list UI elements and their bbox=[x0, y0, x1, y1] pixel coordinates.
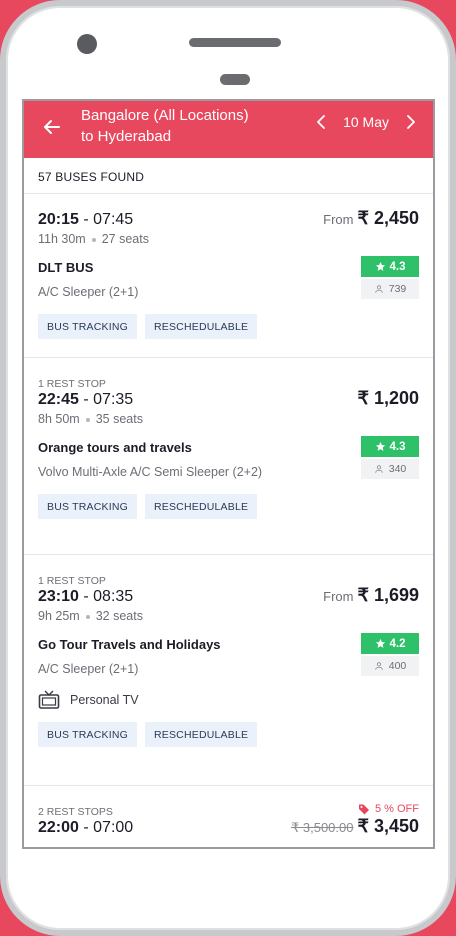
next-date-icon[interactable] bbox=[401, 112, 421, 132]
rating-count: 400 bbox=[361, 656, 419, 676]
trip-meta: 11h 30m 27 seats bbox=[38, 232, 419, 246]
rating-box: 4.3 340 bbox=[361, 436, 419, 479]
trip-duration: 11h 30m bbox=[38, 232, 86, 246]
trip-duration: 8h 50m bbox=[38, 412, 80, 426]
rating-badge: 4.3 bbox=[361, 436, 419, 457]
rest-stops: 1 REST STOP bbox=[38, 575, 106, 587]
operator-name: Go Tour Travels and Holidays bbox=[38, 637, 221, 652]
rating-count-value: 400 bbox=[388, 660, 407, 672]
price-from-label: From bbox=[323, 212, 354, 227]
price-value: ₹ 3,450 bbox=[357, 816, 420, 836]
original-price: ₹ 3,500.00 bbox=[291, 820, 354, 835]
price-value: ₹ 1,200 bbox=[357, 388, 420, 408]
front-camera bbox=[77, 34, 97, 54]
tag-bus-tracking: BUS TRACKING bbox=[38, 314, 137, 339]
bus-price: From ₹ 2,450 bbox=[323, 208, 419, 229]
star-icon bbox=[375, 441, 385, 451]
bus-type: A/C Sleeper (2+1) bbox=[38, 662, 139, 676]
departure-time: 22:00 bbox=[38, 819, 79, 836]
back-arrow-icon[interactable] bbox=[40, 115, 64, 139]
rating-value: 4.3 bbox=[389, 260, 406, 273]
star-icon bbox=[375, 638, 385, 648]
rating-count: 340 bbox=[361, 459, 419, 479]
tag-reschedulable: RESCHEDULABLE bbox=[144, 314, 258, 339]
bus-card[interactable]: 2 REST STOPS 5 % OFF 22:00 - 07:00 ₹ 3,5… bbox=[24, 786, 433, 847]
offer-label: 5 % OFF bbox=[374, 803, 419, 815]
operator-name: Orange tours and travels bbox=[38, 440, 192, 455]
rating-box: 4.3 739 bbox=[361, 256, 419, 299]
bus-card[interactable]: 1 REST STOP 22:45 - 07:35 ₹ 1,200 8h 50m… bbox=[24, 358, 433, 555]
app-screen: Bangalore (All Locations) to Hyderabad 1… bbox=[22, 99, 435, 849]
route-destination: to Hyderabad bbox=[81, 128, 172, 145]
bus-card[interactable]: 1 REST STOP 23:10 - 08:35 From ₹ 1,699 9h… bbox=[24, 555, 433, 786]
bus-times: 22:45 - 07:35 bbox=[38, 391, 134, 408]
offer-badge: 5 % OFF bbox=[358, 803, 419, 815]
user-icon bbox=[374, 465, 383, 473]
arrival-time: 07:35 bbox=[93, 391, 134, 408]
tag-reschedulable: RESCHEDULABLE bbox=[144, 722, 258, 747]
route-title: Bangalore (All Locations) to Hyderabad bbox=[81, 105, 301, 147]
discount-tag-icon bbox=[358, 804, 369, 815]
arrival-time: 07:45 bbox=[93, 211, 134, 228]
feature-tags: BUS TRACKING RESCHEDULABLE bbox=[38, 314, 419, 339]
arrival-time: 08:35 bbox=[93, 588, 134, 605]
trip-duration: 9h 25m bbox=[38, 609, 80, 623]
trip-meta: 9h 25m 32 seats bbox=[38, 609, 419, 623]
feature-tags: BUS TRACKING RESCHEDULABLE bbox=[38, 722, 419, 747]
tag-bus-tracking: BUS TRACKING bbox=[38, 494, 137, 519]
rating-value: 4.3 bbox=[389, 440, 406, 453]
amenity-row: Personal TV bbox=[38, 690, 419, 710]
user-icon bbox=[374, 285, 383, 293]
rating-badge: 4.2 bbox=[361, 633, 419, 654]
tag-reschedulable: RESCHEDULABLE bbox=[144, 494, 258, 519]
rating-count-value: 340 bbox=[388, 463, 407, 475]
departure-time: 20:15 bbox=[38, 211, 79, 228]
tag-bus-tracking: BUS TRACKING bbox=[38, 722, 137, 747]
bus-times: 20:15 - 07:45 bbox=[38, 211, 134, 228]
star-icon bbox=[375, 261, 385, 271]
separator-dot bbox=[85, 417, 90, 422]
route-origin: Bangalore (All Locations) bbox=[81, 107, 249, 124]
bus-price: ₹ 3,500.00 ₹ 3,450 bbox=[291, 816, 419, 837]
previous-date-icon[interactable] bbox=[311, 112, 331, 132]
operator-name: DLT BUS bbox=[38, 260, 94, 275]
rating-badge: 4.3 bbox=[361, 256, 419, 277]
feature-tags: BUS TRACKING RESCHEDULABLE bbox=[38, 494, 419, 519]
proximity-sensor bbox=[220, 74, 250, 85]
departure-time: 23:10 bbox=[38, 588, 79, 605]
tv-icon bbox=[38, 690, 60, 709]
app-header: Bangalore (All Locations) to Hyderabad 1… bbox=[24, 101, 433, 158]
bus-times: 23:10 - 08:35 bbox=[38, 588, 134, 605]
separator-dot bbox=[85, 614, 90, 619]
departure-time: 22:45 bbox=[38, 391, 79, 408]
rating-box: 4.2 400 bbox=[361, 633, 419, 676]
amenity-label: Personal TV bbox=[70, 693, 139, 707]
rating-count-value: 739 bbox=[388, 283, 407, 295]
rating-value: 4.2 bbox=[389, 637, 406, 650]
bus-price: From ₹ 1,699 bbox=[323, 585, 419, 606]
separator-dot bbox=[91, 237, 96, 242]
rest-stops: 1 REST STOP bbox=[38, 378, 106, 390]
seats-available: 27 seats bbox=[101, 232, 149, 246]
bus-card[interactable]: 20:15 - 07:45 From ₹ 2,450 11h 30m 27 seat… bbox=[24, 194, 433, 358]
date-selector: 10 May bbox=[311, 112, 421, 132]
results-count: 57 BUSES FOUND bbox=[24, 158, 433, 194]
seats-available: 32 seats bbox=[95, 609, 143, 623]
bus-times: 22:00 - 07:00 bbox=[38, 819, 134, 836]
arrival-time: 07:00 bbox=[93, 819, 134, 836]
price-value: ₹ 2,450 bbox=[357, 208, 420, 228]
earpiece-speaker bbox=[189, 38, 281, 47]
selected-date[interactable]: 10 May bbox=[343, 114, 389, 130]
user-icon bbox=[374, 662, 383, 670]
price-value: ₹ 1,699 bbox=[357, 585, 420, 605]
trip-meta: 8h 50m 35 seats bbox=[38, 412, 419, 426]
rating-count: 739 bbox=[361, 279, 419, 299]
seats-available: 35 seats bbox=[95, 412, 143, 426]
bus-type: Volvo Multi-Axle A/C Semi Sleeper (2+2) bbox=[38, 465, 263, 479]
price-from-label: From bbox=[323, 589, 354, 604]
bus-price: ₹ 1,200 bbox=[358, 388, 420, 409]
bus-type: A/C Sleeper (2+1) bbox=[38, 285, 139, 299]
